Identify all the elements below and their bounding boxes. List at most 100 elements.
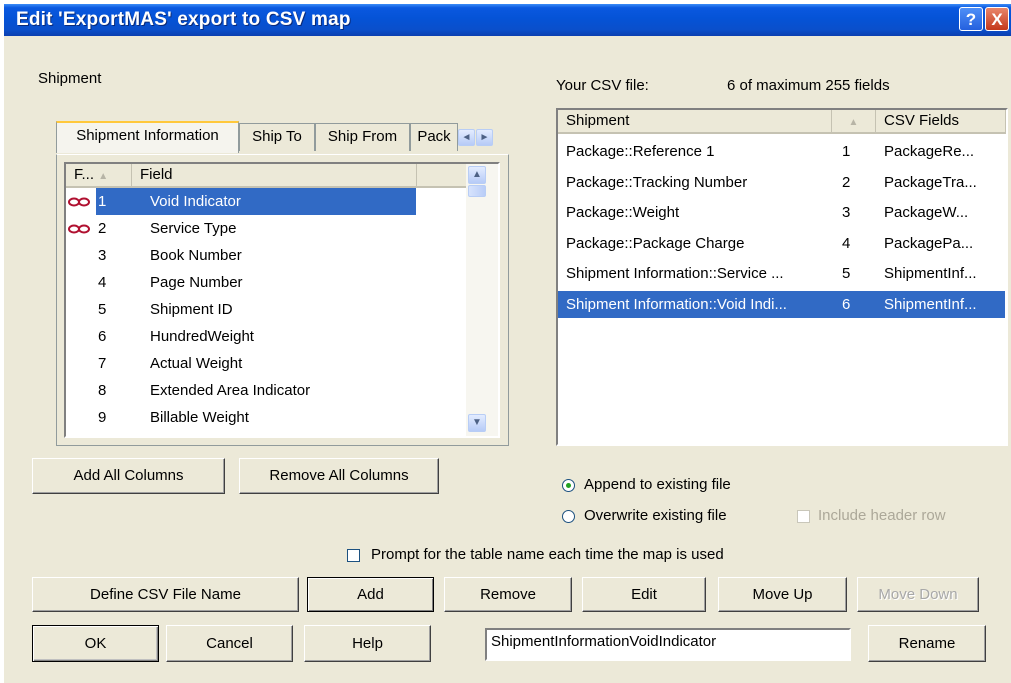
csv-row-order: 2 <box>842 173 851 191</box>
column-header-number[interactable]: F... ▲ <box>66 164 132 188</box>
csv-row[interactable]: Package::Package Charge 4 PackagePa... <box>558 230 1005 257</box>
field-row[interactable]: 9 Billable Weight <box>66 404 466 431</box>
field-name: Shipment ID <box>150 301 233 318</box>
remove-button[interactable]: Remove <box>444 577 572 612</box>
csv-row-shipment: Package::Reference 1 <box>566 143 715 160</box>
csv-row[interactable]: Shipment Information::Void Indi... 6 Shipm… <box>558 290 1005 318</box>
tab-scroll-right-icon[interactable]: ► <box>476 129 493 146</box>
help-icon[interactable]: ? <box>959 7 983 31</box>
add-all-columns-button[interactable]: Add All Columns <box>32 458 225 494</box>
field-name: Actual Weight <box>150 355 243 372</box>
field-number: 5 <box>98 301 107 318</box>
move-up-button[interactable]: Move Up <box>718 577 847 612</box>
cancel-button[interactable]: Cancel <box>166 625 293 662</box>
window-title: Edit 'ExportMAS' export to CSV map <box>16 9 351 30</box>
field-row-cells: 4 Page Number <box>96 269 416 296</box>
remove-all-columns-button[interactable]: Remove All Columns <box>239 458 439 494</box>
append-radio[interactable] <box>562 479 575 492</box>
scroll-thumb[interactable] <box>468 185 486 197</box>
ok-button[interactable]: OK <box>32 625 159 662</box>
csv-row-field: PackageRe... <box>884 143 975 160</box>
csv-row-order: 4 <box>842 234 851 252</box>
field-row[interactable]: 2 Service Type <box>66 215 466 242</box>
tab-ship-from[interactable]: Ship From <box>315 123 410 151</box>
csv-row[interactable]: Package::Reference 1 1 PackageRe... <box>558 138 1005 165</box>
prompt-table-name-checkbox[interactable] <box>347 549 360 562</box>
field-row[interactable]: 7 Actual Weight <box>66 350 466 377</box>
append-radio-label[interactable]: Append to existing file <box>584 476 731 493</box>
edit-button[interactable]: Edit <box>582 577 706 612</box>
number-header-label: F... <box>74 166 95 183</box>
csv-row-order: 6 <box>842 295 851 313</box>
field-row-cells: 9 Billable Weight <box>96 404 416 431</box>
field-row-cells: 2 Service Type <box>96 215 416 242</box>
field-name: HundredWeight <box>150 328 254 345</box>
field-row-cells: 3 Book Number <box>96 242 416 269</box>
add-button[interactable]: Add <box>307 577 434 612</box>
tab-shipment-information[interactable]: Shipment Information <box>56 121 239 153</box>
title-bar[interactable]: Edit 'ExportMAS' export to CSV map ? X <box>4 4 1011 36</box>
csv-row-shipment: Package::Tracking Number <box>566 173 748 191</box>
field-number: 1 <box>98 193 107 210</box>
field-name: Void Indicator <box>150 193 241 210</box>
csv-row[interactable]: Package::Weight 3 PackageW... <box>558 199 1005 226</box>
csv-field-list[interactable]: Shipment ▲ CSV Fields Package::Reference… <box>556 108 1008 446</box>
shipment-group-label: Shipment <box>38 70 102 87</box>
field-name: Service Type <box>150 220 237 237</box>
field-row[interactable]: 5 Shipment ID <box>66 296 466 323</box>
csv-row-field: PackageTra... <box>884 173 977 191</box>
tab-ship-to[interactable]: Ship To <box>239 123 315 151</box>
help-button[interactable]: Help <box>304 625 431 662</box>
include-header-label: Include header row <box>818 507 946 524</box>
tab-pack[interactable]: Pack <box>410 123 458 151</box>
scroll-up-icon[interactable]: ▲ <box>468 166 486 184</box>
field-number: 9 <box>98 409 107 426</box>
field-row-cells: 8 Extended Area Indicator <box>96 377 416 404</box>
column-header-order[interactable]: ▲ <box>832 110 876 134</box>
csv-row-order: 5 <box>842 265 851 282</box>
csv-row-shipment: Shipment Information::Void Indi... <box>566 295 787 313</box>
sort-arrow-icon: ▲ <box>98 171 109 182</box>
define-csv-file-name-button[interactable]: Define CSV File Name <box>32 577 299 612</box>
tab-scroll-left-icon[interactable]: ◄ <box>458 129 475 146</box>
rename-button[interactable]: Rename <box>868 625 986 662</box>
field-name: Billable Weight <box>150 409 249 426</box>
column-header-csv-fields[interactable]: CSV Fields <box>876 110 1006 134</box>
tab-strip: Shipment Information Ship To Ship From P… <box>56 121 536 155</box>
csv-row-order: 3 <box>842 204 851 221</box>
column-header-shipment[interactable]: Shipment <box>558 110 832 134</box>
csv-file-label: Your CSV file: <box>556 77 649 94</box>
column-header-filler <box>417 164 467 188</box>
close-icon[interactable]: X <box>985 7 1009 31</box>
csv-row-shipment: Shipment Information::Service ... <box>566 265 784 282</box>
field-row[interactable]: 1 Void Indicator <box>66 188 466 215</box>
field-number: 4 <box>98 274 107 291</box>
csv-row-shipment: Package::Package Charge <box>566 234 745 252</box>
csv-row[interactable]: Shipment Information::Service ... 5 Shipme… <box>558 260 1005 287</box>
column-header-field[interactable]: Field <box>132 164 417 188</box>
field-row[interactable]: 6 HundredWeight <box>66 323 466 350</box>
field-name: Book Number <box>150 247 242 264</box>
scroll-down-icon[interactable]: ▼ <box>468 414 486 432</box>
sort-arrow-icon: ▲ <box>848 117 859 128</box>
field-count-text: 6 of maximum 255 fields <box>727 77 890 94</box>
field-row[interactable]: 3 Book Number <box>66 242 466 269</box>
field-row[interactable]: 8 Extended Area Indicator <box>66 377 466 404</box>
field-name: Page Number <box>150 274 243 291</box>
field-number: 7 <box>98 355 107 372</box>
move-down-button: Move Down <box>857 577 979 612</box>
radio-selected-dot <box>566 483 571 488</box>
field-list-scrollbar[interactable]: ▲ ▼ <box>466 164 498 436</box>
csv-row-field: PackageW... <box>884 204 969 221</box>
csv-row[interactable]: Package::Tracking Number 2 PackageTra... <box>558 169 1005 196</box>
dialog-window: Edit 'ExportMAS' export to CSV map ? X S… <box>4 4 1011 683</box>
field-row-cells: 5 Shipment ID <box>96 296 416 323</box>
field-list[interactable]: F... ▲ Field 1 Void Indicator 2 Service Typ… <box>64 162 500 438</box>
overwrite-radio[interactable] <box>562 510 575 523</box>
prompt-table-name-label[interactable]: Prompt for the table name each time the … <box>371 546 724 563</box>
map-name-input[interactable] <box>485 628 851 661</box>
field-row[interactable]: 4 Page Number <box>66 269 466 296</box>
field-row-cells: 6 HundredWeight <box>96 323 416 350</box>
field-name: Extended Area Indicator <box>150 382 311 399</box>
overwrite-radio-label[interactable]: Overwrite existing file <box>584 507 727 524</box>
